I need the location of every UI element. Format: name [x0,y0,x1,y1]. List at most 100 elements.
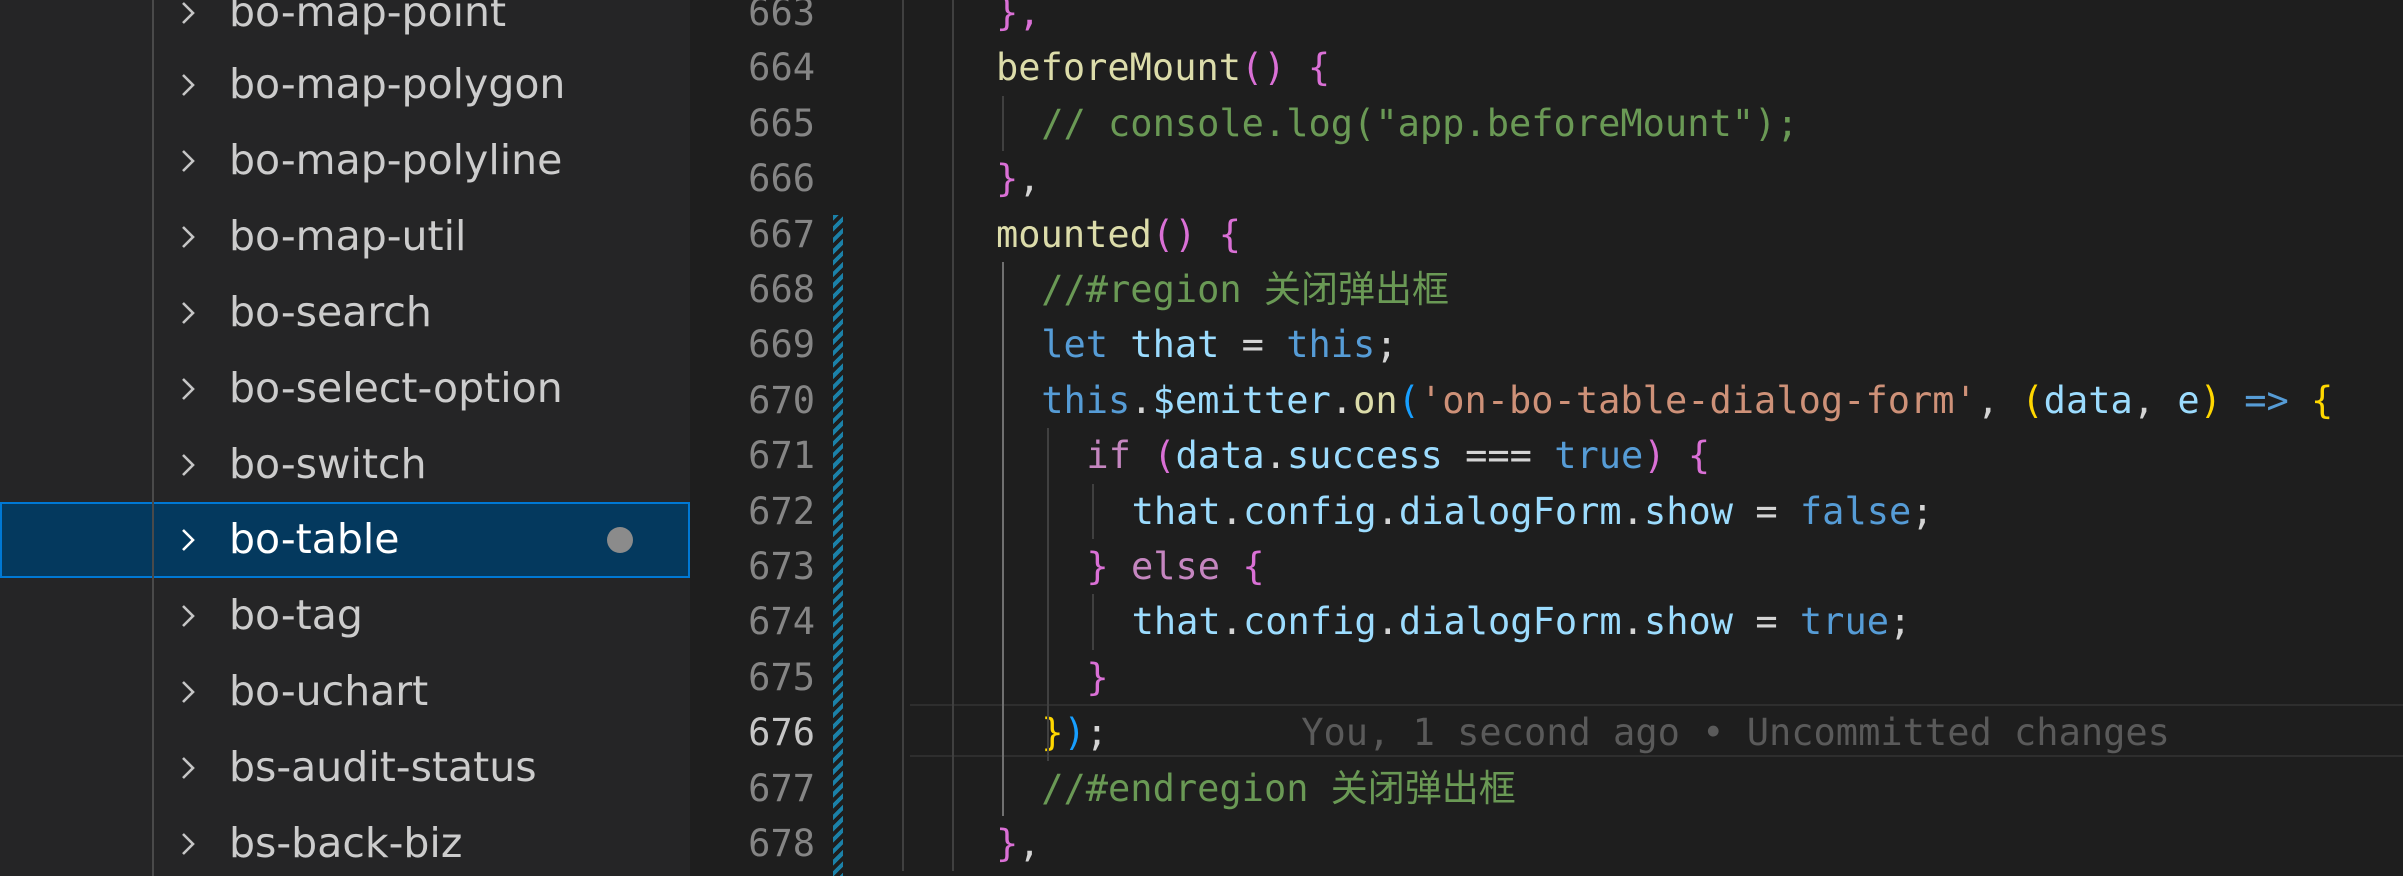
chevron-right-icon[interactable] [176,453,200,477]
git-blame-annotation[interactable]: You, 1 second ago • Uncommitted changes [1301,705,2170,760]
code-text: // console.log("app.beforeMount"); [1041,96,1798,151]
code-token: ) [1063,711,1086,755]
chevron-right-icon[interactable] [176,73,200,97]
code-token: . [1621,600,1644,644]
code-line[interactable]: 670 this.$emitter.on('on-bo-table-dialog-… [690,373,2403,428]
chevron-right-icon[interactable] [176,1,200,25]
code-line[interactable]: 668 //#region 关闭弹出框 [690,262,2403,317]
code-token: = [1733,600,1800,644]
line-number: 670 [748,378,815,422]
code-token: = [1219,323,1287,367]
code-line[interactable]: 665 // console.log("app.beforeMount"); [690,96,2403,151]
indent-guide [952,0,954,872]
tree-item-bo-map-util[interactable]: bo-map-util [0,199,690,275]
code-token: that [1131,600,1221,644]
code-token: { [1218,212,1242,256]
line-number: 671 [748,434,815,478]
code-line[interactable]: 669 let that = this; [690,317,2403,372]
code-token: //#region 关闭弹出框 [1041,268,1449,311]
code-line[interactable]: 666}, [690,151,2403,206]
tree-item-bo-table[interactable]: bo-table [0,502,690,578]
code-line[interactable]: 675} [690,650,2403,705]
tree-item-label: bo-map-util [229,212,467,261]
code-text: //#endregion 关闭弹出框 [1041,761,1516,816]
code-token: show [1643,489,1734,533]
code-line[interactable]: 663}, [690,0,2403,40]
code-line[interactable]: 667 mounted() { [690,207,2403,262]
line-number: 678 [748,822,815,865]
tree-item-label: bs-back-biz [229,819,463,868]
code-line[interactable]: 674 that.config.dialogForm.show = true; [690,594,2403,649]
tree-item-bo-search[interactable]: bo-search [0,275,690,351]
tree-item-bo-map-point[interactable]: bo-map-point [0,0,690,51]
code-line[interactable]: 677 //#endregion 关闭弹出框 [690,761,2403,816]
code-token: . [1376,600,1399,644]
chevron-right-icon[interactable] [176,149,200,173]
code-line[interactable]: 664 beforeMount() { [690,40,2403,95]
chevron-right-icon[interactable] [176,756,200,780]
indent-guide [1002,95,1004,152]
code-token: ; [1889,600,1912,644]
code-token: ; [1911,489,1934,533]
code-token: ) [1643,434,1666,478]
chevron-right-icon[interactable] [176,528,200,552]
code-text: if (data.success === true) { [1086,428,1710,483]
code-token: data [2043,378,2133,422]
chevron-right-icon[interactable] [176,832,200,856]
tree-item-label: bo-map-polyline [229,136,563,185]
line-number: 665 [748,101,815,145]
code-text: let that = this; [1041,317,1397,372]
code-line[interactable]: 678}, [690,816,2403,871]
code-text: } [1086,650,1108,705]
code-line[interactable]: 676}); You, 1 second ago • Uncommitted ch… [690,705,2403,760]
code-text: mounted() { [996,207,1241,262]
code-line[interactable]: 671 if (data.success === true) { [690,428,2403,483]
chevron-right-icon[interactable] [176,301,200,325]
chevron-right-icon[interactable] [176,377,200,401]
code-text: } else { [1086,539,1264,594]
tree-item-label: bo-map-point [229,0,507,37]
code-text: }, [996,0,1041,40]
code-token: . [1264,434,1287,478]
code-token: ) [2199,378,2222,422]
git-modified-gutter[interactable] [833,214,843,876]
code-editor[interactable]: 663}, 664 beforeMount() { 665 // console.log… [690,0,2403,876]
code-text: //#region 关闭弹出框 [1041,262,1449,317]
line-number: 677 [748,766,815,810]
code-token: . [1130,378,1153,422]
tree-item-label: bo-map-polygon [229,60,566,109]
tree-item-bo-map-polygon[interactable]: bo-map-polygon [0,47,690,123]
code-token: . [1330,378,1354,422]
tree-item-bo-map-polyline[interactable]: bo-map-polyline [0,123,690,199]
code-token: dialogForm [1398,600,1622,644]
code-text: }, [996,816,1041,871]
tree-item-bo-switch[interactable]: bo-switch [0,427,690,503]
code-token: , [1018,157,1041,201]
code-text: beforeMount() { [996,40,1330,95]
tree-item-bs-back-biz[interactable]: bs-back-biz [0,806,690,876]
code-token: } [1086,545,1109,588]
tree-item-bo-tag[interactable]: bo-tag [0,578,690,654]
code-token: else [1130,545,1221,588]
code-token: . [1376,489,1399,533]
code-token: => [2244,378,2289,422]
code-token: false [1799,489,1912,533]
tree-item-label: bo-search [229,288,432,337]
tree-item-bs-audit-status[interactable]: bs-audit-status [0,730,690,806]
code-token: this [1041,378,1131,422]
chevron-right-icon[interactable] [176,604,200,628]
chevron-right-icon[interactable] [176,680,200,704]
indent-guide [1002,262,1004,816]
code-token: e [2177,378,2200,422]
code-line[interactable]: 672 that.config.dialogForm.show = false; [690,484,2403,539]
code-line[interactable]: 673} else { [690,539,2403,594]
tree-item-bo-uchart[interactable]: bo-uchart [0,654,690,730]
code-text: }); [1041,705,1108,760]
chevron-right-icon[interactable] [176,225,200,249]
code-text: that.config.dialogForm.show = false; [1132,484,1934,539]
tree-item-bo-select-option[interactable]: bo-select-option [0,351,690,427]
